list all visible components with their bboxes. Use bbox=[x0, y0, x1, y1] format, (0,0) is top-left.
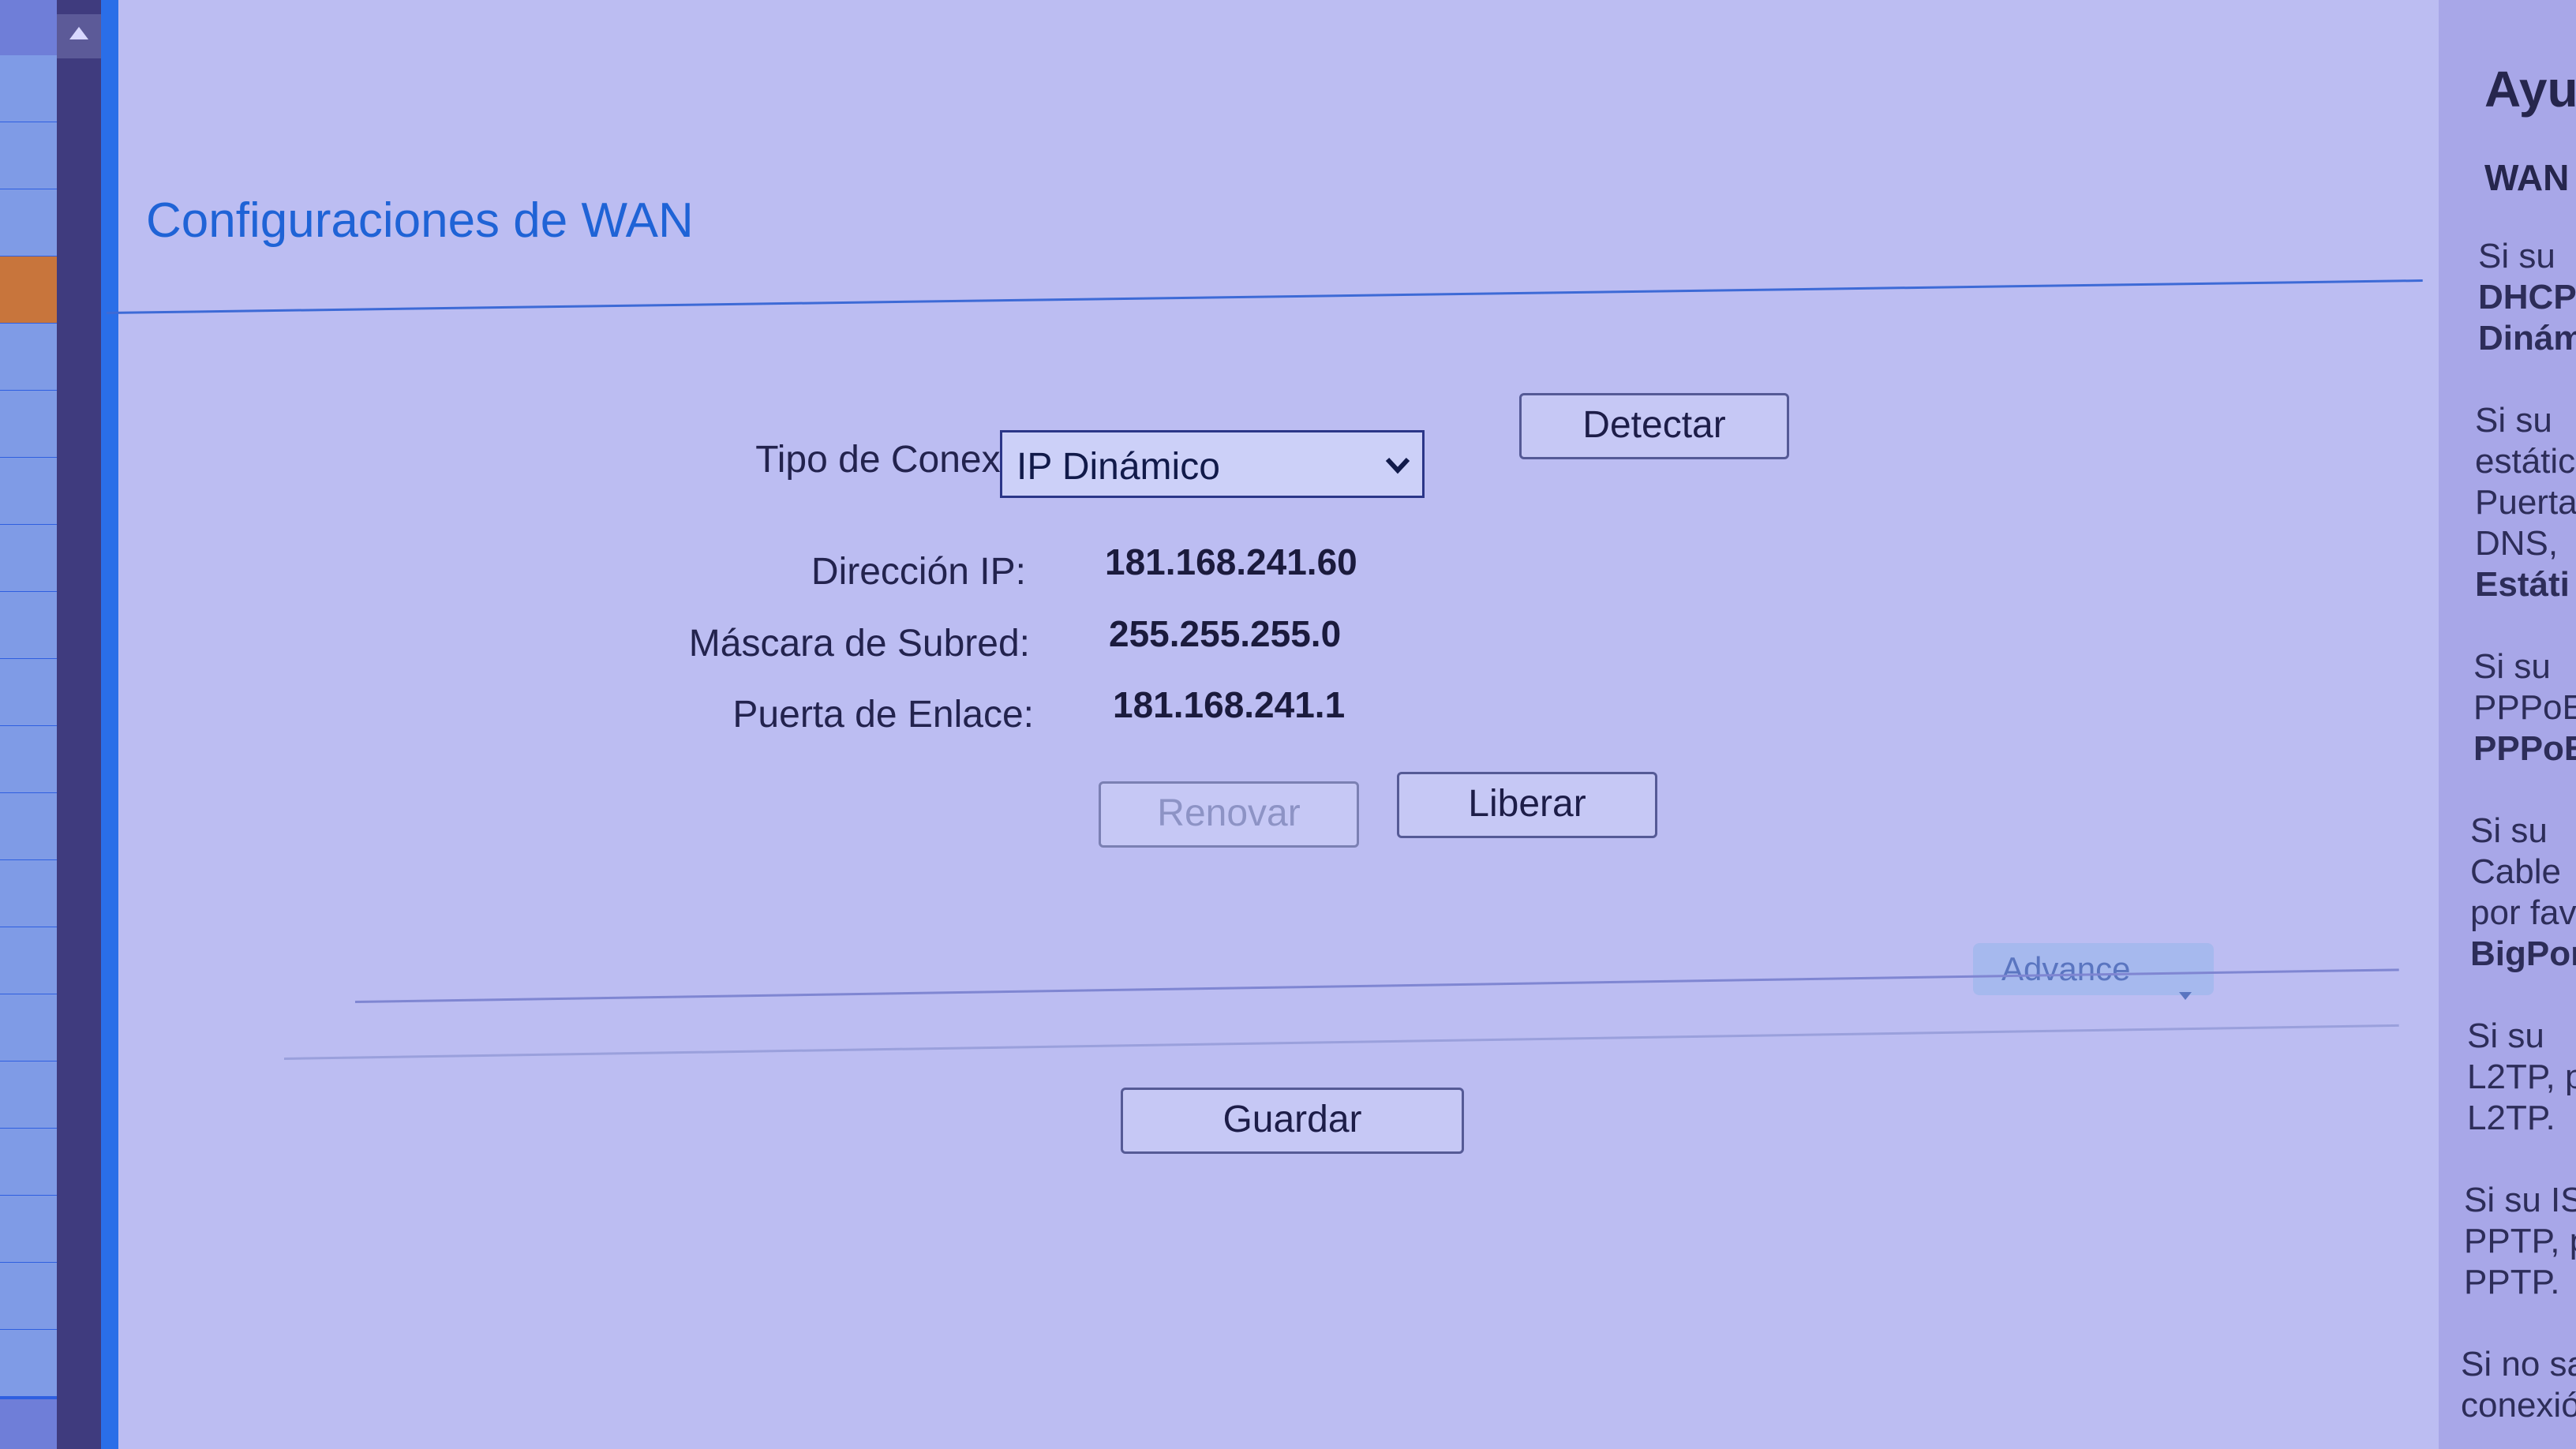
help-line: Si su bbox=[2478, 237, 2555, 275]
help-line: estátic bbox=[2475, 442, 2576, 481]
advance-toggle[interactable]: Advance bbox=[1973, 943, 2214, 1000]
help-line: Si su bbox=[2473, 647, 2551, 686]
save-button[interactable]: Guardar bbox=[1121, 1088, 1464, 1154]
scroll-up-arrow-icon[interactable] bbox=[57, 14, 101, 58]
gateway-label: Puerta de Enlace: bbox=[732, 694, 1034, 736]
renew-button[interactable]: Renovar bbox=[1099, 781, 1359, 848]
help-line: Si su bbox=[2470, 811, 2548, 850]
help-line: DHCP bbox=[2478, 278, 2576, 316]
help-line: Estáti bbox=[2475, 565, 2570, 604]
help-line: PPPoE bbox=[2473, 688, 2576, 727]
help-line: BigPor bbox=[2470, 934, 2576, 973]
subnet-mask-label: Máscara de Subred: bbox=[688, 623, 1030, 665]
left-navigation bbox=[0, 0, 118, 1449]
help-line: Puerta bbox=[2475, 483, 2576, 522]
subnet-mask-value: 255.255.255.0 bbox=[1109, 613, 1342, 654]
connection-type-select[interactable]: IP Dinámico bbox=[1000, 430, 1425, 498]
help-line: por fav bbox=[2470, 893, 2576, 932]
ip-address-value: 181.168.241.60 bbox=[1105, 541, 1357, 582]
connection-type-label: Tipo de Conexión: bbox=[755, 439, 1061, 481]
page-title: Configuraciones de WAN bbox=[146, 193, 694, 248]
detect-button[interactable]: Detectar bbox=[1519, 393, 1789, 459]
help-line: Cable bbox=[2470, 852, 2561, 891]
help-line: PPTP, p bbox=[2464, 1222, 2576, 1260]
help-line: Si su IS bbox=[2464, 1181, 2576, 1219]
help-heading: WAN bbox=[2484, 157, 2570, 198]
help-line: DNS, bbox=[2475, 524, 2559, 563]
help-line: Si su bbox=[2475, 401, 2552, 440]
help-line: PPTP. bbox=[2464, 1263, 2560, 1301]
help-line: conexión bbox=[2461, 1386, 2576, 1425]
help-line: L2TP, p bbox=[2467, 1058, 2576, 1096]
help-line: Dinám bbox=[2478, 319, 2576, 358]
help-panel: Ayu WAN Si su DHCP Dinám Si su estátic P… bbox=[2439, 0, 2576, 1449]
scrollbar-track[interactable] bbox=[57, 0, 101, 1449]
advance-label: Advance bbox=[2001, 950, 2131, 987]
help-line: PPPoE bbox=[2473, 729, 2576, 768]
help-line: Si su bbox=[2467, 1017, 2544, 1055]
release-button[interactable]: Liberar bbox=[1397, 772, 1657, 838]
help-line: Si no sa bbox=[2461, 1345, 2576, 1383]
ip-address-label: Dirección IP: bbox=[811, 551, 1026, 593]
help-title: Ayu bbox=[2484, 61, 2576, 118]
frame-border bbox=[101, 0, 118, 1449]
gateway-value: 181.168.241.1 bbox=[1113, 684, 1346, 725]
help-line: L2TP. bbox=[2467, 1099, 2555, 1137]
connection-type-value: IP Dinámico bbox=[1017, 446, 1220, 488]
chevron-down-icon bbox=[1383, 450, 1413, 484]
